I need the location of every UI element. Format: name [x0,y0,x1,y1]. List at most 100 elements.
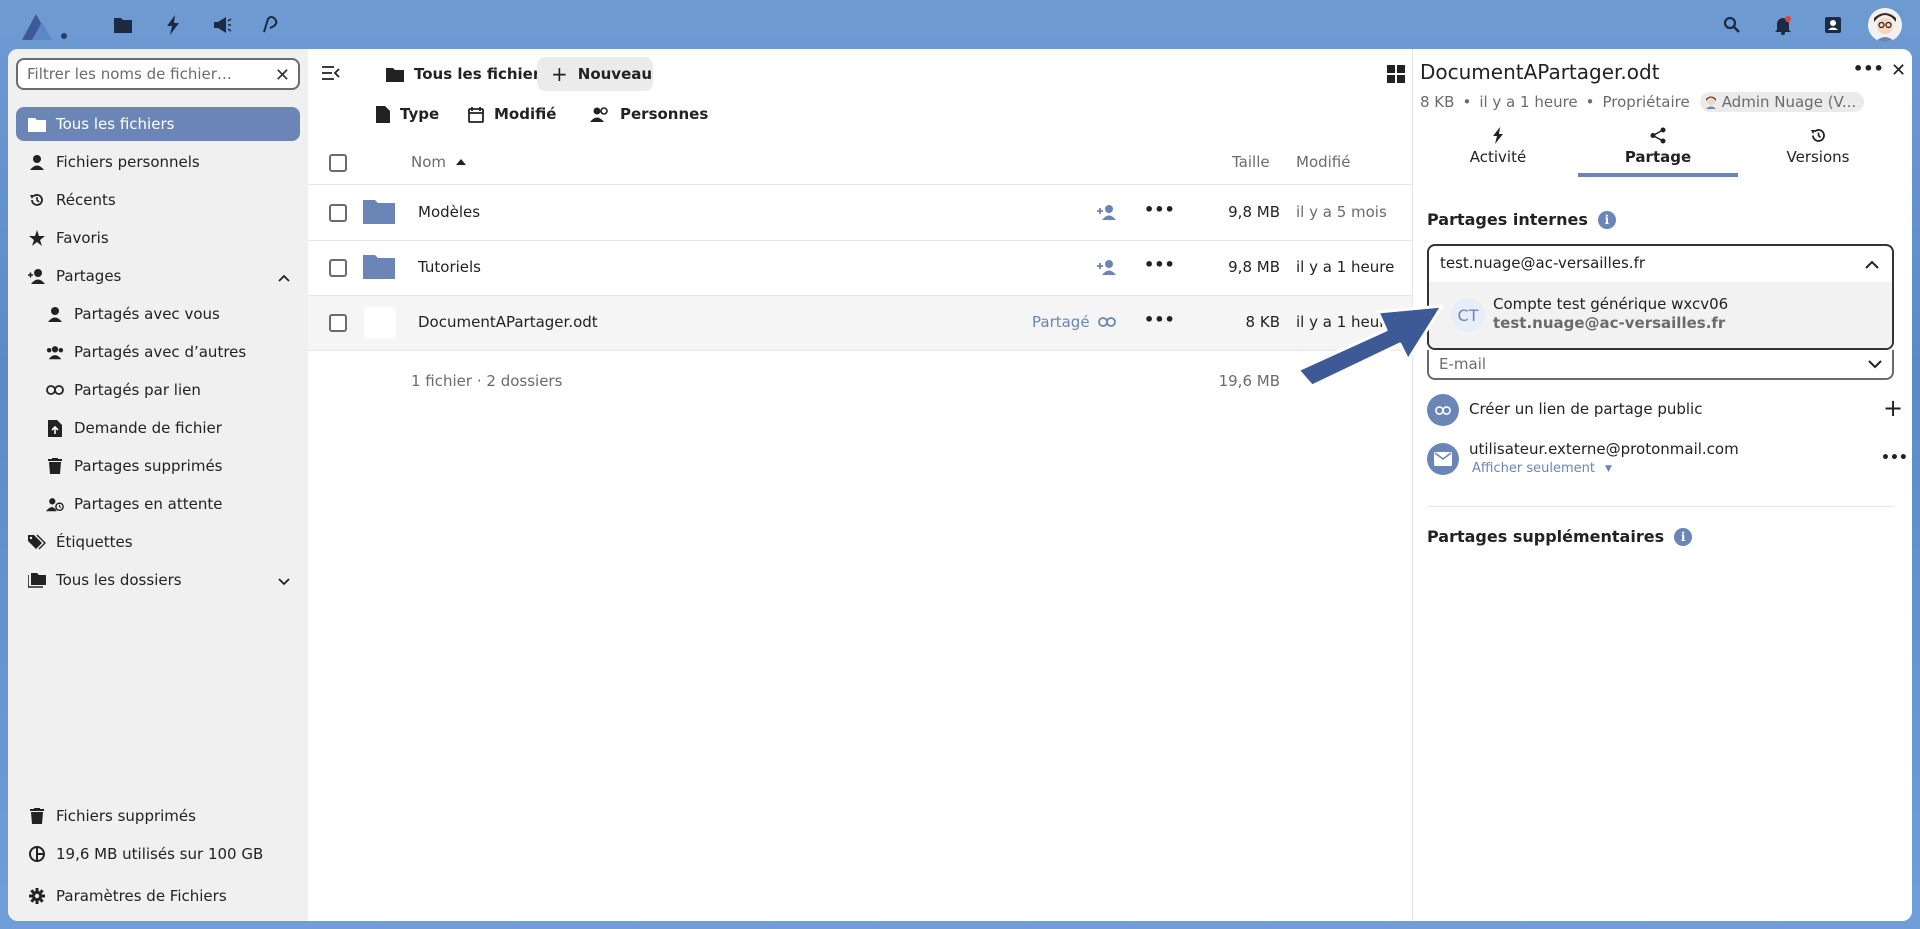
nav-recent[interactable]: Récents [16,183,300,217]
shared-status-label: Partagé [1032,313,1090,331]
tab-activity[interactable]: Activité [1418,127,1578,177]
nav-shared-with-others[interactable]: Partagés avec d’autres [16,335,300,369]
avatar-icon [1705,96,1716,109]
filter-filenames-input[interactable]: Filtrer les noms de fichier… ✕ [16,58,300,90]
user-avatar[interactable] [1868,8,1902,42]
suggestion-avatar: CT [1451,298,1485,332]
folder-icon [28,115,46,133]
file-size: 9,8 MB [1228,203,1280,221]
more-actions-icon[interactable]: ••• [1144,200,1175,219]
create-public-link[interactable]: Créer un lien de partage public [1469,400,1702,418]
file-name[interactable]: DocumentAPartager.odt [418,313,598,331]
filter-type-button[interactable]: Type [376,97,439,131]
nav-deleted-files[interactable]: Fichiers supprimés [16,799,300,833]
folder-icon [386,67,404,82]
column-size[interactable]: Taille [1232,153,1270,171]
table-row[interactable]: DocumentAPartager.odt Partagé ••• 8 KB i… [308,296,1412,351]
shared-status[interactable]: Partagé [1032,313,1116,331]
grid-view-icon[interactable] [1387,65,1405,87]
more-actions-icon[interactable]: ••• [1144,310,1175,329]
file-upload-icon [46,419,64,437]
new-button-label: Nouveau [577,65,653,83]
file-name[interactable]: Tutoriels [418,258,481,276]
search-icon[interactable] [1719,12,1745,38]
filter-people-button[interactable]: Personnes [590,97,708,131]
more-actions-icon[interactable]: ••• [1144,255,1175,274]
notifications-bell-icon[interactable] [1770,12,1796,38]
column-modified[interactable]: Modifié [1296,153,1351,171]
permission-dropdown[interactable]: Afficher seulement ▼ [1472,461,1612,476]
nav-personal-files[interactable]: Fichiers personnels [16,145,300,179]
info-icon[interactable]: i [1674,527,1693,546]
nav-file-request[interactable]: Demande de fichier [16,411,300,445]
calendar-icon [468,106,484,123]
column-name[interactable]: Nom [411,153,467,171]
gear-icon [28,887,46,905]
toggle-navigation-icon[interactable] [322,65,340,84]
filter-type-label: Type [400,105,440,123]
chevron-down-icon[interactable] [278,572,290,590]
nav-shares[interactable]: Partages [16,259,300,293]
tab-versions[interactable]: Versions [1738,127,1898,177]
share-search-combobox[interactable]: test.nuage@ac-versailles.fr CT Compte te… [1427,244,1894,350]
nav-files-settings[interactable]: Paramètres de Fichiers [16,879,300,913]
nav-deleted-files-label: Fichiers supprimés [56,807,196,825]
nav-favorites-label: Favoris [56,229,109,247]
chevron-up-icon[interactable] [278,268,290,286]
filter-modified-button[interactable]: Modifié [468,97,556,131]
nextcloud-logo[interactable] [22,10,70,42]
announcements-icon[interactable] [209,12,235,38]
table-row[interactable]: Modèles ••• 9,8 MB il y a 5 mois [308,186,1412,241]
nav-deleted-shares[interactable]: Partages supprimés [16,449,300,483]
info-icon[interactable]: i [1597,210,1616,229]
permission-label: Afficher seulement [1472,461,1595,476]
email-input[interactable]: E-mail [1427,350,1894,380]
breadcrumb-all-files[interactable]: Tous les fichiers [380,57,555,91]
more-actions-icon[interactable]: ••• [1853,59,1884,78]
row-checkbox[interactable] [329,259,347,277]
nav-all-folders[interactable]: Tous les dossiers [16,563,300,597]
filter-people-label: Personnes [620,105,709,123]
nav-all-files[interactable]: Tous les fichiers [16,107,300,141]
additional-shares-title: Partages supplémentaires i [1427,527,1693,546]
nav-recent-label: Récents [56,191,116,209]
storage-quota: 19,6 MB utilisés sur 100 GB [16,837,300,871]
owner-chip[interactable]: Admin Nuage (V... [1699,92,1865,112]
close-icon[interactable]: ✕ [1891,60,1906,81]
tab-versions-label: Versions [1786,148,1850,166]
nav-favorites[interactable]: Favoris [16,221,300,255]
contacts-icon[interactable] [1820,12,1846,38]
pie-chart-icon [28,845,46,863]
nav-pending-shares[interactable]: Partages en attente [16,487,300,521]
new-button[interactable]: + Nouveau [537,57,653,91]
file-size: 8 KB [1245,313,1280,331]
notes-icon[interactable] [259,12,285,38]
activity-icon[interactable] [160,12,186,38]
table-row[interactable]: Tutoriels ••• 9,8 MB il y a 1 heure [308,241,1412,296]
add-link-icon[interactable]: + [1883,394,1903,422]
share-add-icon[interactable] [1097,259,1117,279]
suggestion-item[interactable]: CT Compte test générique wxcv06 test.nua… [1429,282,1892,348]
clear-filter-icon[interactable]: ✕ [275,65,290,86]
row-checkbox[interactable] [329,204,347,222]
more-actions-icon[interactable]: ••• [1881,450,1908,466]
activity-icon [1493,127,1503,144]
nav-files-settings-label: Paramètres de Fichiers [56,887,227,905]
chevron-up-icon[interactable] [1865,254,1879,273]
row-checkbox[interactable] [329,314,347,332]
meta-owner-label: Propriétaire [1602,93,1690,111]
file-name[interactable]: Modèles [418,203,480,221]
files-icon[interactable] [110,12,136,38]
nav-shared-with-you[interactable]: Partagés avec vous [16,297,300,331]
link-icon [46,381,64,399]
tab-sharing[interactable]: Partage [1578,127,1738,177]
share-add-icon[interactable] [1097,204,1117,224]
nav-all-files-label: Tous les fichiers [56,115,175,133]
share-search-input[interactable]: test.nuage@ac-versailles.fr [1440,254,1645,272]
select-all-checkbox[interactable] [329,154,347,172]
nav-tags[interactable]: Étiquettes [16,525,300,559]
nav-shared-by-link[interactable]: Partagés par lien [16,373,300,407]
file-list-area: Tous les fichiers + Nouveau Type Modifié… [308,49,1412,921]
star-icon [28,229,46,247]
tag-icon [28,533,46,551]
